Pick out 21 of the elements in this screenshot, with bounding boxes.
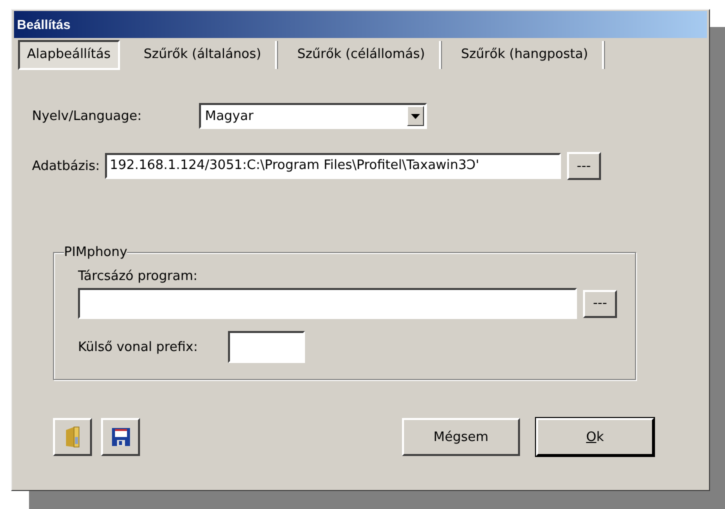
ok-button[interactable]: Ok [536,418,654,456]
window-title: Beállítás [17,17,70,32]
group-title: PIMphony [64,245,128,260]
field-label: Nyelv/Language: [32,108,143,124]
database-field[interactable]: 192.168.1.124/3051:C:\Program Files\Profitel\Taxawin3Ↄ' [104,153,561,179]
tab[interactable]: Szűrők (általános) [130,41,278,69]
tab[interactable]: Alapbeállítás [18,40,120,70]
folder-icon [64,426,80,448]
cancel-button[interactable]: Mégsem [402,418,520,456]
browse-button[interactable]: --- [583,290,617,318]
field-label: Adatbázis: [32,158,100,174]
prefix-field[interactable] [228,331,305,363]
language-dropdown[interactable]: Magyar [199,103,427,129]
tab[interactable]: Szűrők (célállomás) [283,41,441,69]
tab[interactable]: Szűrők (hangposta) [446,41,604,69]
field-label: Tárcsázó program: [78,269,198,284]
field-label: Külső vonal prefix: [78,340,198,354]
open-button[interactable] [53,418,92,456]
browse-button[interactable]: --- [566,152,601,180]
save-button[interactable] [101,418,140,456]
dialer-field[interactable] [78,288,577,319]
